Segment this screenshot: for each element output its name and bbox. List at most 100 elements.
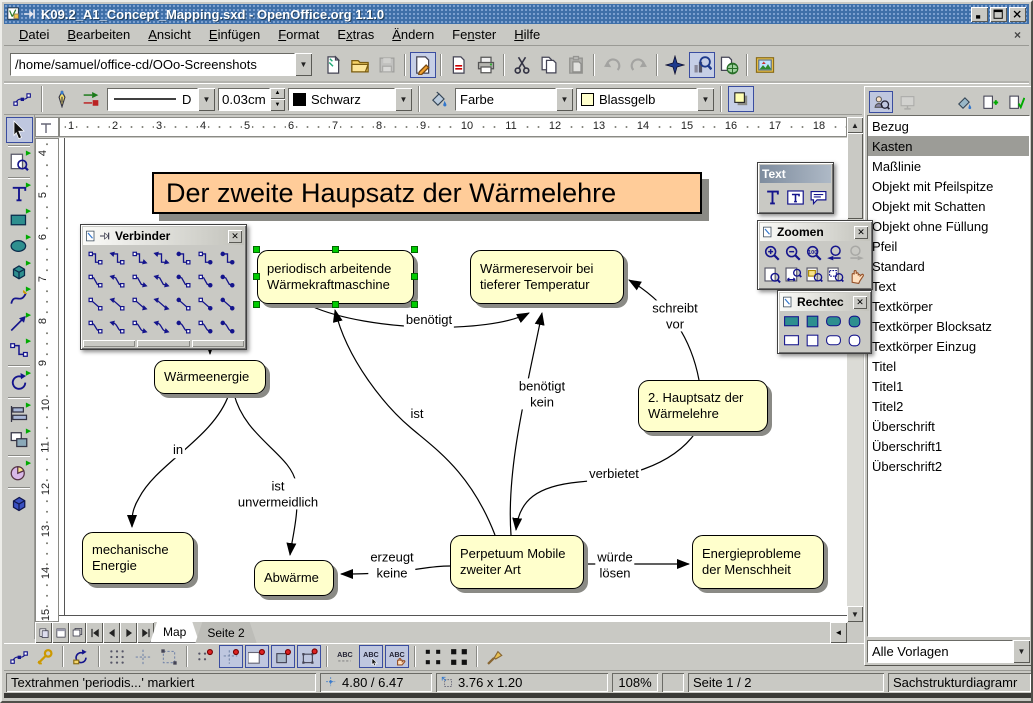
connector-option-r2c7[interactable] bbox=[216, 269, 238, 292]
insert-tool-tool-button[interactable] bbox=[6, 459, 33, 485]
connector-option-r3c2[interactable] bbox=[106, 292, 128, 315]
connector-option-r2c5[interactable] bbox=[172, 269, 194, 292]
palette-resize-strip[interactable] bbox=[83, 340, 244, 347]
image-button[interactable] bbox=[752, 52, 778, 78]
concept-node-n5[interactable]: mechanischeEnergie bbox=[82, 532, 194, 584]
objects-3d-tool-button[interactable] bbox=[6, 259, 33, 285]
undo-button[interactable] bbox=[599, 52, 625, 78]
style-item-überschrift2[interactable]: Überschrift2 bbox=[868, 456, 1029, 476]
handles-large-button[interactable] bbox=[447, 645, 471, 668]
rounded-rect-outline-button[interactable] bbox=[823, 331, 844, 350]
menu-datei[interactable]: Datei bbox=[10, 25, 58, 44]
text-palette-titlebar[interactable]: Text bbox=[760, 165, 831, 183]
selection-handle[interactable] bbox=[253, 246, 260, 253]
scroll-down-icon[interactable]: ▼ bbox=[847, 606, 863, 622]
rounded-square-outline-button[interactable] bbox=[844, 331, 865, 350]
callout-button[interactable] bbox=[807, 184, 830, 210]
status-zoom[interactable]: 108% bbox=[612, 673, 658, 692]
first-page-button[interactable] bbox=[86, 622, 103, 643]
diagram-title-box[interactable]: Der zweite Haupsatz der Wärmelehre bbox=[152, 172, 702, 214]
concept-node-n6[interactable]: Abwärme bbox=[254, 560, 334, 596]
selection-handle[interactable] bbox=[411, 246, 418, 253]
edit-file-button[interactable] bbox=[410, 52, 436, 78]
connector-option-r2c6[interactable] bbox=[194, 269, 216, 292]
connector-option-r2c1[interactable] bbox=[84, 269, 106, 292]
edge-label-erzeugt-keine[interactable]: erzeugtkeine bbox=[368, 549, 415, 580]
effects-tool-tool-button[interactable] bbox=[6, 491, 33, 517]
concept-node-n8[interactable]: Energieproblemeder Menschheit bbox=[692, 535, 824, 589]
selection-handle[interactable] bbox=[253, 301, 260, 308]
fill-color-combo[interactable]: Blassgelb ▼ bbox=[576, 88, 714, 111]
close-icon[interactable]: ✕ bbox=[853, 296, 867, 309]
handles-simple-button[interactable] bbox=[421, 645, 445, 668]
style-filter-dropdown-icon[interactable]: ▼ bbox=[1013, 640, 1030, 663]
connector-option-r4c3[interactable] bbox=[128, 315, 150, 338]
horizontal-scrollbar[interactable] bbox=[257, 622, 830, 643]
connector-option-r1c4[interactable] bbox=[150, 246, 172, 269]
connector-option-r4c4[interactable] bbox=[150, 315, 172, 338]
connector-option-r3c5[interactable] bbox=[172, 292, 194, 315]
style-item-standard[interactable]: Standard bbox=[868, 256, 1029, 276]
page-tab-map[interactable]: Map bbox=[150, 622, 199, 643]
connector-option-r3c1[interactable] bbox=[84, 292, 106, 315]
line-color-dropdown-icon[interactable]: ▼ bbox=[395, 88, 412, 111]
style-item-kasten[interactable]: Kasten bbox=[868, 136, 1029, 156]
edge-label-benoetigt[interactable]: benötigt bbox=[404, 312, 454, 328]
connector-option-r4c2[interactable] bbox=[106, 315, 128, 338]
dblclick-text-mode-button[interactable]: ABC bbox=[385, 645, 409, 668]
connector-option-r4c6[interactable] bbox=[194, 315, 216, 338]
concept-node-n4[interactable]: 2. Hauptsatz derWärmelehre bbox=[638, 380, 768, 432]
style-item-maßlinie[interactable]: Maßlinie bbox=[868, 156, 1029, 176]
style-item-überschrift[interactable]: Überschrift bbox=[868, 416, 1029, 436]
rect-filled-button[interactable] bbox=[781, 312, 802, 331]
scrollbar-thumb[interactable] bbox=[847, 133, 863, 219]
menu-einfügen[interactable]: Einfügen bbox=[200, 25, 269, 44]
style-item-objekt-mit-schatten[interactable]: Objekt mit Schatten bbox=[868, 196, 1029, 216]
print-button[interactable] bbox=[473, 52, 499, 78]
navigator-button[interactable] bbox=[662, 52, 688, 78]
zoom-button[interactable] bbox=[689, 52, 715, 78]
fill-type-dropdown-icon[interactable]: ▼ bbox=[556, 88, 573, 111]
quick-edit-button[interactable]: ABC bbox=[333, 645, 357, 668]
copy-button[interactable] bbox=[536, 52, 562, 78]
fill-type-combo[interactable]: Farbe ▼ bbox=[455, 88, 573, 111]
cut-button[interactable] bbox=[509, 52, 535, 78]
edit-points-button[interactable] bbox=[9, 86, 35, 112]
line-width-spinner[interactable]: ▲▼ bbox=[218, 88, 285, 111]
text-tool-button[interactable] bbox=[761, 184, 784, 210]
scroll-up-icon[interactable]: ▲ bbox=[847, 117, 863, 133]
concept-node-n3[interactable]: Wärmeenergie bbox=[154, 360, 266, 394]
rectangles-palette-titlebar[interactable]: Rechtec ✕ bbox=[780, 293, 869, 311]
minimize-button[interactable] bbox=[971, 7, 988, 22]
page-tab-seite-2[interactable]: Seite 2 bbox=[195, 622, 256, 643]
edge-label-verbietet[interactable]: verbietet bbox=[587, 466, 641, 482]
line-color-combo[interactable]: Schwarz ▼ bbox=[288, 88, 412, 111]
connector-option-r1c2[interactable] bbox=[106, 246, 128, 269]
connector-n7-n1[interactable] bbox=[335, 310, 495, 535]
mode-layer-button[interactable] bbox=[69, 622, 86, 643]
connector-option-r3c7[interactable] bbox=[216, 292, 238, 315]
redo-button[interactable] bbox=[626, 52, 652, 78]
glue-points-mode-button[interactable] bbox=[33, 645, 57, 668]
align-tool-tool-button[interactable] bbox=[6, 401, 33, 427]
style-item-objekt-mit-pfeilspitze[interactable]: Objekt mit Pfeilspitze bbox=[868, 176, 1029, 196]
mode-master-button[interactable] bbox=[52, 622, 69, 643]
connector-option-r4c5[interactable] bbox=[172, 315, 194, 338]
edge-label-wuerde-loesen[interactable]: würdelösen bbox=[595, 549, 634, 580]
selection-handle[interactable] bbox=[411, 273, 418, 280]
fill-style-button[interactable] bbox=[426, 86, 452, 112]
style-item-pfeil[interactable]: Pfeil bbox=[868, 236, 1029, 256]
maximize-button[interactable] bbox=[990, 7, 1007, 22]
menu-extras[interactable]: Extras bbox=[328, 25, 383, 44]
selection-handle[interactable] bbox=[332, 301, 339, 308]
vertical-scrollbar[interactable]: ▲ ▼ bbox=[847, 117, 863, 622]
close-document-icon[interactable]: × bbox=[1014, 28, 1021, 42]
selection-handle[interactable] bbox=[332, 246, 339, 253]
draw-text-tool-button[interactable] bbox=[6, 181, 33, 207]
connector-option-r1c3[interactable] bbox=[128, 246, 150, 269]
style-item-titel1[interactable]: Titel1 bbox=[868, 376, 1029, 396]
style-item-objekt-ohne-füllung[interactable]: Objekt ohne Füllung bbox=[868, 216, 1029, 236]
connector-tool-tool-button[interactable] bbox=[6, 337, 33, 363]
new-document-button[interactable] bbox=[320, 52, 346, 78]
snap-margins-button[interactable] bbox=[245, 645, 269, 668]
